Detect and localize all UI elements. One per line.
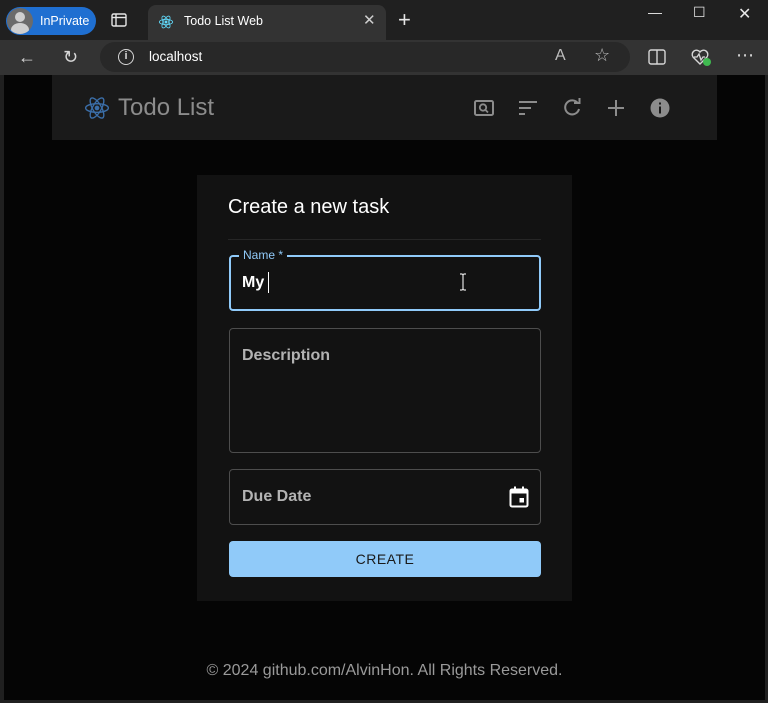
footer-copyright: © 2024 github.com/AlvinHon. All Rights R… (206, 662, 563, 679)
tab-title: Todo List Web (184, 14, 263, 28)
window-close-icon[interactable]: ✕ (738, 4, 751, 24)
add-icon[interactable] (605, 97, 627, 119)
tab-actions-icon[interactable] (110, 11, 128, 29)
site-info-icon[interactable]: i (118, 49, 134, 65)
description-field[interactable]: Description (229, 328, 541, 453)
text-caret (268, 272, 269, 293)
task-name-field[interactable]: Name * My (229, 248, 541, 311)
refresh-icon[interactable] (561, 97, 583, 119)
address-url[interactable]: localhost (149, 49, 202, 64)
info-icon[interactable] (649, 97, 671, 119)
react-logo-icon (84, 97, 110, 119)
divider (228, 239, 541, 240)
reload-icon[interactable]: ↻ (63, 47, 78, 67)
minimize-icon[interactable]: — (648, 4, 662, 20)
task-name-input[interactable]: My (242, 274, 264, 292)
app-brand: Todo List (84, 94, 214, 122)
due-date-placeholder: Due Date (242, 488, 312, 505)
create-task-card: Create a new task Name * My Description … (197, 175, 572, 601)
read-aloud-icon[interactable]: A (555, 47, 566, 65)
browser-essentials-icon[interactable] (691, 48, 713, 68)
calendar-icon[interactable] (509, 486, 529, 508)
split-screen-icon[interactable] (648, 49, 666, 65)
browser-toolbar: ← ↻ i localhost A ☆ ⋯ (0, 40, 768, 75)
address-bar[interactable]: i localhost A ☆ (100, 42, 630, 72)
tab-close-icon[interactable]: ✕ (363, 13, 376, 28)
task-name-label: Name * (239, 248, 288, 262)
more-menu-icon[interactable]: ⋯ (736, 45, 754, 65)
description-placeholder: Description (242, 347, 331, 364)
page-viewport: Todo List Create a new task Name * My De… (4, 75, 765, 700)
maximize-icon[interactable]: ☐ (693, 4, 706, 21)
favorite-star-icon[interactable]: ☆ (594, 45, 610, 66)
due-date-field[interactable]: Due Date (229, 469, 541, 525)
search-icon[interactable] (473, 97, 495, 119)
profile-label: InPrivate (40, 14, 90, 28)
app-bar: Todo List (52, 75, 717, 140)
create-button[interactable]: CREATE (229, 541, 541, 577)
browser-tab[interactable]: Todo List Web ✕ (148, 5, 386, 40)
text-cursor-icon (460, 273, 466, 291)
browser-titlebar: InPrivate Todo List Web ✕ + — ☐ ✕ (0, 0, 768, 40)
form-heading: Create a new task (228, 196, 390, 218)
app-title: Todo List (118, 94, 215, 121)
back-icon[interactable]: ← (18, 47, 36, 67)
sort-icon[interactable] (517, 97, 539, 119)
inprivate-profile-button[interactable]: InPrivate (6, 7, 96, 35)
avatar (7, 8, 33, 34)
react-favicon-icon (158, 15, 174, 29)
new-tab-icon[interactable]: + (398, 9, 411, 31)
